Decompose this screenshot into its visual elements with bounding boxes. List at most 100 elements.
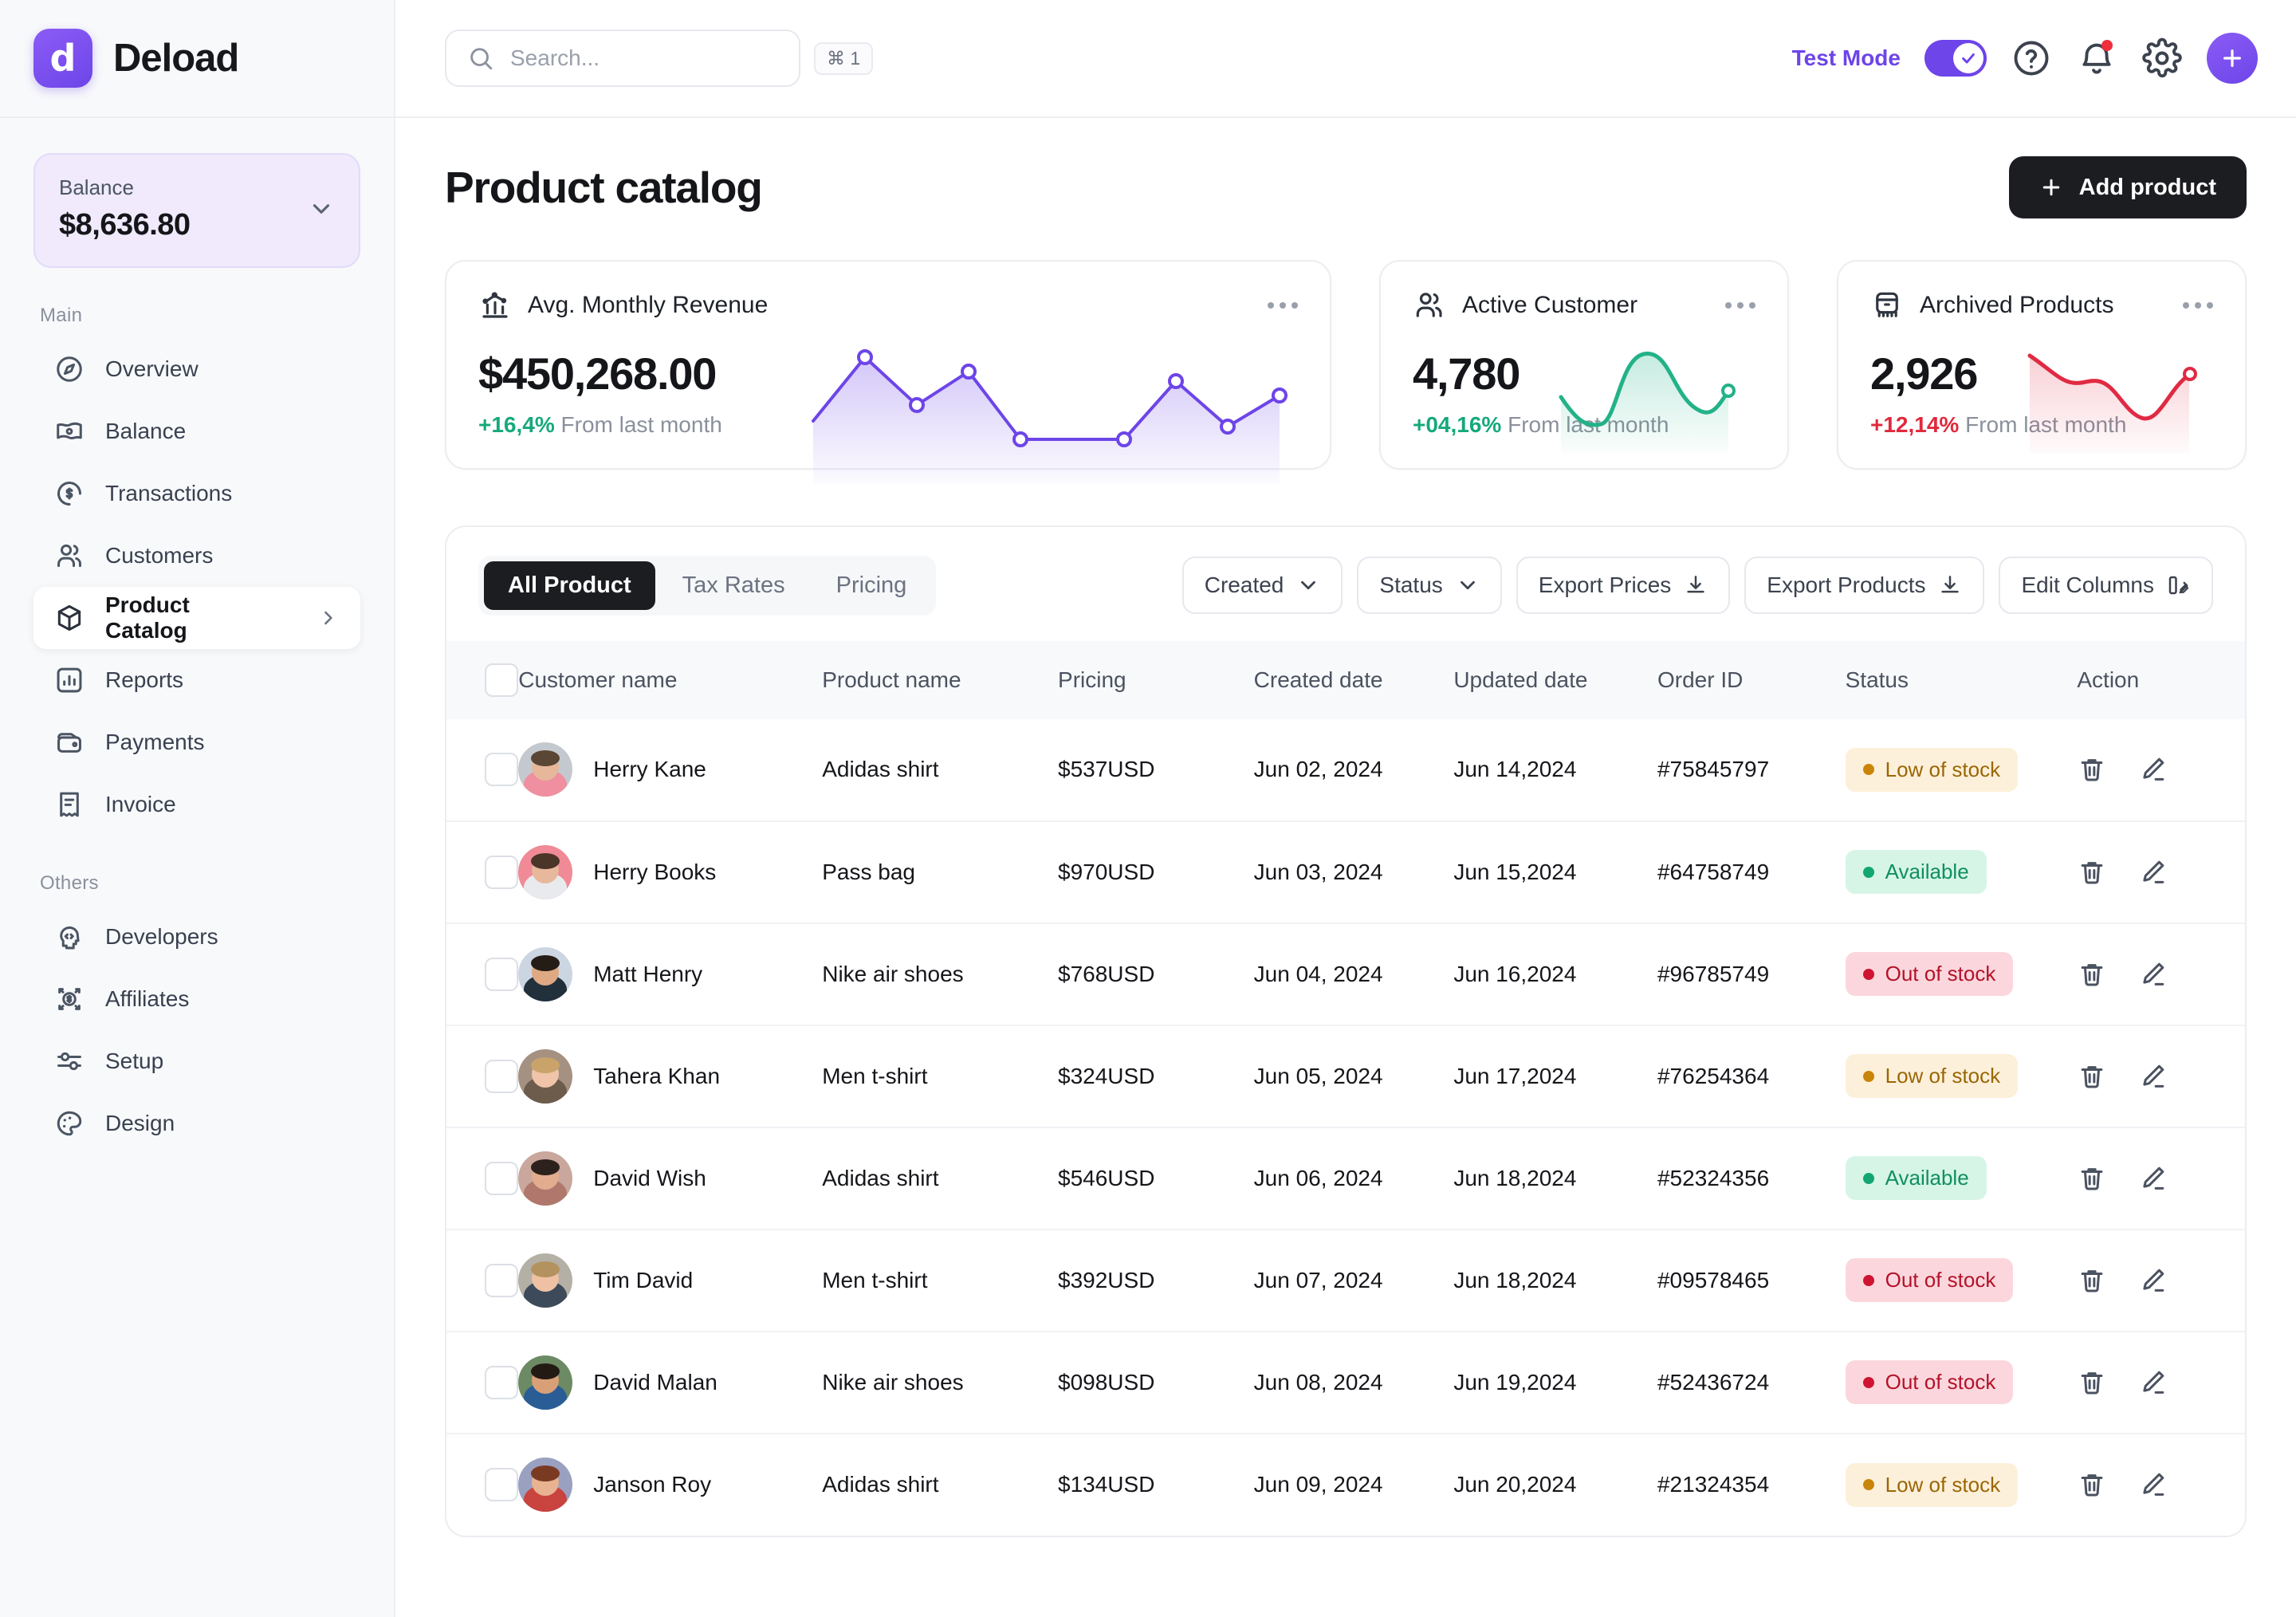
sidebar-item-balance[interactable]: Balance: [33, 400, 360, 462]
sidebar-item-customers[interactable]: Customers: [33, 525, 360, 587]
delete-icon[interactable]: [2077, 1061, 2107, 1092]
chevron-down-icon: [1460, 581, 1475, 590]
edit-icon[interactable]: [2137, 857, 2168, 887]
column-header-action: Action: [2077, 667, 2140, 692]
edit-icon[interactable]: [2137, 1265, 2168, 1296]
created-filter-button[interactable]: Created: [1181, 557, 1343, 615]
delete-icon[interactable]: [2077, 1367, 2107, 1398]
status-filter-button[interactable]: Status: [1357, 557, 1502, 615]
status-badge: Out of stock: [1845, 952, 2014, 997]
sidebar-item-transactions[interactable]: Transactions: [33, 462, 360, 525]
table-row[interactable]: Herry Books Pass bag $970USD Jun 03, 2024 Ju…: [446, 820, 2245, 924]
edit-columns-label: Edit Columns: [2021, 572, 2154, 598]
card-metrics: $450,268.00 +16,4% From last month: [478, 350, 722, 438]
brand[interactable]: d Deload: [0, 0, 394, 118]
delete-icon[interactable]: [2077, 754, 2107, 785]
edit-icon[interactable]: [2137, 959, 2168, 989]
status-badge: Out of stock: [1845, 1360, 2014, 1405]
table-row[interactable]: Tim David Men t-shirt $392USD Jun 07, 2024 J…: [446, 1229, 2245, 1332]
row-checkbox[interactable]: [485, 753, 518, 787]
cell-order-id: #52324356: [1657, 1127, 1846, 1230]
row-checkbox[interactable]: [485, 1161, 518, 1195]
download-icon: [1941, 576, 1960, 593]
table-row[interactable]: Janson Roy Adidas shirt $134USD Jun 09, 202…: [446, 1434, 2245, 1536]
add-icon[interactable]: [2207, 33, 2258, 84]
users-icon: [57, 544, 81, 568]
sidebar-item-invoice[interactable]: Invoice: [33, 773, 360, 836]
help-icon[interactable]: [2011, 37, 2052, 79]
sidebar-item-setup[interactable]: Setup: [33, 1030, 360, 1092]
row-checkbox[interactable]: [485, 1468, 518, 1502]
export-products-button[interactable]: Export Products: [1744, 557, 1985, 615]
status-badge: Available: [1845, 850, 1987, 895]
cell-order-id: #21324354: [1657, 1472, 1770, 1497]
edit-columns-button[interactable]: Edit Columns: [1999, 557, 2213, 615]
row-checkbox[interactable]: [485, 1365, 518, 1399]
sidebar-item-overview[interactable]: Overview: [33, 338, 360, 400]
delete-icon[interactable]: [2077, 1469, 2107, 1500]
notification-bell-icon[interactable]: [2076, 37, 2117, 79]
edit-icon[interactable]: [2137, 1061, 2168, 1092]
row-select-cell: [446, 923, 519, 1026]
cell-customer-name: David Malan: [518, 1331, 823, 1434]
table-row[interactable]: Tahera Khan Men t-shirt $324USD Jun 05, 202…: [446, 1025, 2245, 1128]
customer-name-text: Janson Roy: [593, 1472, 712, 1497]
edit-icon[interactable]: [2137, 1469, 2168, 1500]
chevron-right-icon[interactable]: [317, 607, 340, 629]
tab-tax-rates[interactable]: Tax Rates: [659, 561, 809, 610]
edit-icon[interactable]: [2137, 1163, 2168, 1194]
delta-percent: +12,14%: [1870, 411, 1960, 437]
nav-group-label-others: Others: [40, 872, 99, 894]
card-more-icon[interactable]: [1725, 302, 1755, 309]
sidebar-item-reports[interactable]: Reports: [33, 649, 360, 711]
card-header: Avg. Monthly Revenue: [478, 289, 1298, 322]
cell-product-name: Adidas shirt: [822, 1472, 939, 1497]
sidebar-item-product-catalog[interactable]: Product Catalog: [33, 587, 360, 649]
table-body: Herry Kane Adidas shirt $537USD Jun 02, 202…: [446, 718, 2245, 1536]
cell-status: Low of stock: [1845, 1025, 2078, 1128]
card-more-icon[interactable]: [1268, 302, 1298, 309]
customer-name-text: Tahera Khan: [593, 1063, 721, 1088]
avatar: [518, 1458, 573, 1513]
delete-icon[interactable]: [2077, 959, 2107, 989]
delete-icon[interactable]: [2077, 857, 2107, 887]
table-row[interactable]: David Wish Adidas shirt $546USD Jun 06, 202…: [446, 1127, 2245, 1230]
add-product-button[interactable]: Add product: [2008, 156, 2247, 218]
cell-action: [2077, 1434, 2245, 1536]
sidebar-item-design[interactable]: Design: [33, 1092, 360, 1155]
row-checkbox[interactable]: [485, 1263, 518, 1297]
gear-icon[interactable]: [2141, 37, 2183, 79]
search-box[interactable]: ⌘ 1: [445, 30, 874, 87]
row-checkbox[interactable]: [485, 855, 518, 889]
test-mode-toggle[interactable]: [1924, 40, 1987, 77]
delete-icon[interactable]: [2077, 1163, 2107, 1194]
plus-glyph: [2223, 49, 2241, 67]
cell-product-name: Adidas shirt: [822, 718, 1059, 822]
sidebar-item-affiliates[interactable]: Affiliates: [33, 968, 360, 1030]
topbar: ⌘ 1 Test Mode: [395, 0, 2296, 118]
delete-icon[interactable]: [2077, 1265, 2107, 1296]
card-header: Archived Products: [1870, 289, 2213, 322]
row-checkbox[interactable]: [485, 1059, 518, 1093]
table-row[interactable]: Herry Kane Adidas shirt $537USD Jun 02, 202…: [446, 718, 2245, 822]
row-checkbox[interactable]: [485, 957, 518, 991]
tab-pricing[interactable]: Pricing: [812, 561, 931, 610]
product-table-panel: All Product Tax Rates Pricing Created St…: [445, 525, 2247, 1537]
edit-icon[interactable]: [2137, 754, 2168, 785]
cell-updated-date: Jun 14,2024: [1453, 718, 1657, 822]
edit-icon[interactable]: [2137, 1367, 2168, 1398]
sidebar-item-payments[interactable]: Payments: [33, 711, 360, 773]
sidebar-item-developers[interactable]: Developers: [33, 906, 360, 968]
balance-card[interactable]: Balance $8,636.80: [33, 153, 360, 268]
cell-customer-name: Herry Books: [518, 820, 823, 924]
avatar: [518, 1253, 573, 1308]
tab-all-product[interactable]: All Product: [484, 561, 655, 610]
search-input[interactable]: [510, 45, 798, 71]
export-prices-button[interactable]: Export Prices: [1516, 557, 1731, 615]
card-more-icon[interactable]: [2183, 302, 2213, 309]
select-all-checkbox[interactable]: [485, 663, 518, 697]
table-row[interactable]: Matt Henry Nike air shoes $768USD Jun 04, 2…: [446, 923, 2245, 1026]
chevron-down-icon[interactable]: [308, 195, 335, 222]
table-row[interactable]: David Malan Nike air shoes $098USD Jun 08, …: [446, 1331, 2245, 1434]
cell-created-date: Jun 08, 2024: [1253, 1331, 1454, 1434]
